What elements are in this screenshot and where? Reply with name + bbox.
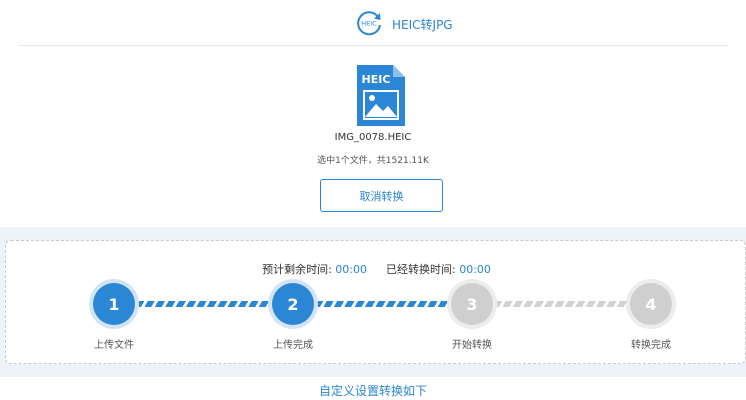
time-row: 预计剩余时间: 00:00 已经转换时间: 00:00 (6, 261, 746, 277)
step-2-label: 上传完成 (273, 340, 313, 351)
cancel-conversion-button[interactable]: 取消转换 (320, 179, 443, 212)
heic-convert-logo-icon: HEIC (357, 11, 381, 36)
step-1-label: 上传文件 (94, 340, 134, 351)
step-2-circle: 2 (272, 283, 314, 325)
step-1-circle: 1 (93, 283, 135, 325)
logo-text: HEIC (361, 20, 377, 28)
custom-settings-link[interactable]: 自定义设置转换如下 (0, 382, 746, 399)
step-connector-3-4 (494, 301, 634, 307)
remaining-time-value: 00:00 (335, 263, 367, 276)
elapsed-time-value: 00:00 (459, 263, 491, 276)
file-name: IMG_0078.HEIC (334, 132, 412, 143)
remaining-time-label: 预计剩余时间: (262, 263, 332, 276)
step-4-circle: 4 (630, 283, 672, 325)
step-3-label: 开始转换 (452, 340, 492, 351)
file-icon-label: HEIC (362, 73, 391, 86)
step-connector-1-2 (136, 301, 276, 307)
app-title: HEIC转JPG (392, 18, 453, 32)
step-connector-2-3 (315, 301, 455, 307)
file-info: 选中1个文件，共1521.11K (317, 156, 429, 166)
progress-panel: 预计剩余时间: 00:00 已经转换时间: 00:00 1 2 3 4 上传文件… (5, 240, 746, 364)
app-header: HEIC HEIC转JPG (18, 0, 728, 46)
step-3-circle: 3 (451, 283, 493, 325)
heic-file-icon: HEIC (357, 65, 405, 126)
elapsed-time-label: 已经转换时间: (386, 263, 456, 276)
step-4-label: 转换完成 (631, 340, 671, 351)
